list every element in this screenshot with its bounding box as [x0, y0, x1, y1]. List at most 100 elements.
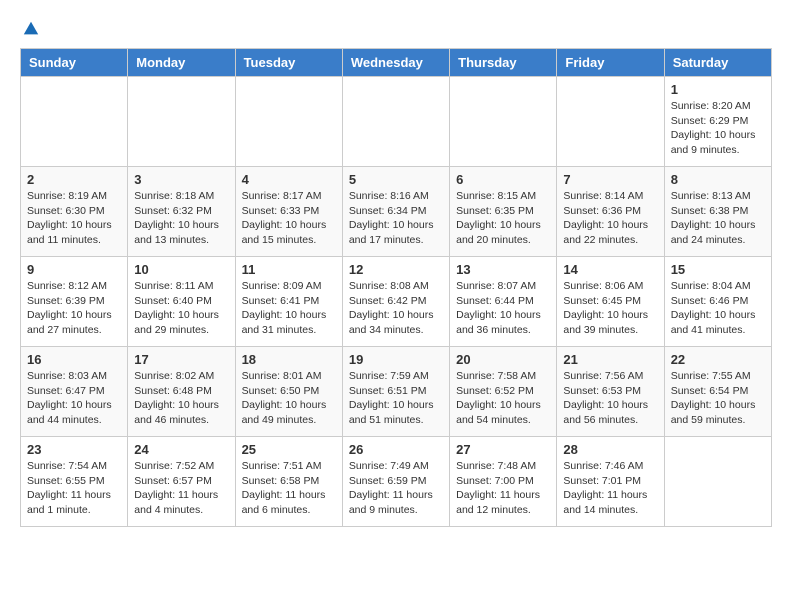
calendar-body: 1 Sunrise: 8:20 AM Sunset: 6:29 PM Daylig…: [21, 77, 772, 527]
day-info: Sunrise: 8:09 AM Sunset: 6:41 PM Dayligh…: [242, 279, 336, 338]
day-number: 7: [563, 172, 657, 187]
day-number: 18: [242, 352, 336, 367]
day-number: 27: [456, 442, 550, 457]
day-info: Sunrise: 7:46 AM Sunset: 7:01 PM Dayligh…: [563, 459, 657, 518]
calendar-cell: 26 Sunrise: 7:49 AM Sunset: 6:59 PM Dayli…: [342, 437, 449, 527]
day-info: Sunrise: 8:11 AM Sunset: 6:40 PM Dayligh…: [134, 279, 228, 338]
calendar-cell: 22Sunrise: 7:55 AM Sunset: 6:54 PM Dayli…: [664, 347, 771, 437]
day-number: 24: [134, 442, 228, 457]
calendar-cell: [21, 77, 128, 167]
calendar-cell: 16 Sunrise: 8:03 AM Sunset: 6:47 PM Dayli…: [21, 347, 128, 437]
calendar-header-row: SundayMondayTuesdayWednesdayThursdayFrid…: [21, 49, 772, 77]
day-info: Sunrise: 7:59 AM Sunset: 6:51 PM Dayligh…: [349, 369, 443, 428]
calendar-cell: 23 Sunrise: 7:54 AM Sunset: 6:55 PM Dayli…: [21, 437, 128, 527]
calendar-header-friday: Friday: [557, 49, 664, 77]
calendar-cell: 19 Sunrise: 7:59 AM Sunset: 6:51 PM Dayli…: [342, 347, 449, 437]
calendar-cell: 6 Sunrise: 8:15 AM Sunset: 6:35 PM Daylig…: [450, 167, 557, 257]
day-number: 3: [134, 172, 228, 187]
day-number: 4: [242, 172, 336, 187]
calendar-cell: 5Sunrise: 8:16 AM Sunset: 6:34 PM Daylig…: [342, 167, 449, 257]
day-number: 9: [27, 262, 121, 277]
day-info: Sunrise: 8:01 AM Sunset: 6:50 PM Dayligh…: [242, 369, 336, 428]
day-info: Sunrise: 8:07 AM Sunset: 6:44 PM Dayligh…: [456, 279, 550, 338]
day-info: Sunrise: 7:51 AM Sunset: 6:58 PM Dayligh…: [242, 459, 336, 518]
day-info: Sunrise: 7:56 AM Sunset: 6:53 PM Dayligh…: [563, 369, 657, 428]
calendar-header-saturday: Saturday: [664, 49, 771, 77]
calendar-cell: 11 Sunrise: 8:09 AM Sunset: 6:41 PM Dayli…: [235, 257, 342, 347]
day-number: 14: [563, 262, 657, 277]
calendar-cell: 13 Sunrise: 8:07 AM Sunset: 6:44 PM Dayli…: [450, 257, 557, 347]
day-info: Sunrise: 7:54 AM Sunset: 6:55 PM Dayligh…: [27, 459, 121, 518]
calendar-cell: 8 Sunrise: 8:13 AM Sunset: 6:38 PM Daylig…: [664, 167, 771, 257]
day-number: 19: [349, 352, 443, 367]
day-number: 12: [349, 262, 443, 277]
calendar-cell: 25 Sunrise: 7:51 AM Sunset: 6:58 PM Dayli…: [235, 437, 342, 527]
day-number: 8: [671, 172, 765, 187]
day-number: 1: [671, 82, 765, 97]
day-info: Sunrise: 7:52 AM Sunset: 6:57 PM Dayligh…: [134, 459, 228, 518]
calendar-cell: 18 Sunrise: 8:01 AM Sunset: 6:50 PM Dayli…: [235, 347, 342, 437]
day-info: Sunrise: 7:58 AM Sunset: 6:52 PM Dayligh…: [456, 369, 550, 428]
day-info: Sunrise: 8:19 AM Sunset: 6:30 PM Dayligh…: [27, 189, 121, 248]
logo-icon: [22, 20, 40, 38]
day-number: 21: [563, 352, 657, 367]
calendar-cell: 2 Sunrise: 8:19 AM Sunset: 6:30 PM Daylig…: [21, 167, 128, 257]
day-number: 5: [349, 172, 443, 187]
calendar-cell: [342, 77, 449, 167]
calendar-cell: 28 Sunrise: 7:46 AM Sunset: 7:01 PM Dayli…: [557, 437, 664, 527]
day-number: 6: [456, 172, 550, 187]
day-info: Sunrise: 8:13 AM Sunset: 6:38 PM Dayligh…: [671, 189, 765, 248]
day-info: Sunrise: 8:20 AM Sunset: 6:29 PM Dayligh…: [671, 99, 765, 158]
calendar-cell: 14 Sunrise: 8:06 AM Sunset: 6:45 PM Dayli…: [557, 257, 664, 347]
calendar-cell: 1 Sunrise: 8:20 AM Sunset: 6:29 PM Daylig…: [664, 77, 771, 167]
calendar-cell: [128, 77, 235, 167]
day-info: Sunrise: 8:18 AM Sunset: 6:32 PM Dayligh…: [134, 189, 228, 248]
day-info: Sunrise: 8:02 AM Sunset: 6:48 PM Dayligh…: [134, 369, 228, 428]
day-info: Sunrise: 8:04 AM Sunset: 6:46 PM Dayligh…: [671, 279, 765, 338]
calendar-cell: [557, 77, 664, 167]
day-number: 22: [671, 352, 765, 367]
day-number: 26: [349, 442, 443, 457]
day-info: Sunrise: 8:08 AM Sunset: 6:42 PM Dayligh…: [349, 279, 443, 338]
calendar-table: SundayMondayTuesdayWednesdayThursdayFrid…: [20, 48, 772, 527]
calendar-header-thursday: Thursday: [450, 49, 557, 77]
calendar-cell: 15 Sunrise: 8:04 AM Sunset: 6:46 PM Dayli…: [664, 257, 771, 347]
day-number: 16: [27, 352, 121, 367]
calendar-header-tuesday: Tuesday: [235, 49, 342, 77]
calendar-cell: 21 Sunrise: 7:56 AM Sunset: 6:53 PM Dayli…: [557, 347, 664, 437]
day-info: Sunrise: 8:06 AM Sunset: 6:45 PM Dayligh…: [563, 279, 657, 338]
calendar-cell: 3 Sunrise: 8:18 AM Sunset: 6:32 PM Daylig…: [128, 167, 235, 257]
calendar-header-sunday: Sunday: [21, 49, 128, 77]
day-number: 13: [456, 262, 550, 277]
day-info: Sunrise: 8:15 AM Sunset: 6:35 PM Dayligh…: [456, 189, 550, 248]
day-number: 15: [671, 262, 765, 277]
day-number: 11: [242, 262, 336, 277]
day-number: 20: [456, 352, 550, 367]
calendar-week-1: 1 Sunrise: 8:20 AM Sunset: 6:29 PM Daylig…: [21, 77, 772, 167]
page-header: [20, 20, 772, 38]
day-info: Sunrise: 8:17 AM Sunset: 6:33 PM Dayligh…: [242, 189, 336, 248]
calendar-cell: 27 Sunrise: 7:48 AM Sunset: 7:00 PM Dayli…: [450, 437, 557, 527]
calendar-cell: 17 Sunrise: 8:02 AM Sunset: 6:48 PM Dayli…: [128, 347, 235, 437]
day-info: Sunrise: 8:03 AM Sunset: 6:47 PM Dayligh…: [27, 369, 121, 428]
day-number: 2: [27, 172, 121, 187]
day-info: Sunrise: 8:14 AM Sunset: 6:36 PM Dayligh…: [563, 189, 657, 248]
day-number: 23: [27, 442, 121, 457]
calendar-header-wednesday: Wednesday: [342, 49, 449, 77]
calendar-header-monday: Monday: [128, 49, 235, 77]
calendar-cell: 20 Sunrise: 7:58 AM Sunset: 6:52 PM Dayli…: [450, 347, 557, 437]
calendar-week-3: 9Sunrise: 8:12 AM Sunset: 6:39 PM Daylig…: [21, 257, 772, 347]
calendar-week-4: 16 Sunrise: 8:03 AM Sunset: 6:47 PM Dayli…: [21, 347, 772, 437]
calendar-cell: 9Sunrise: 8:12 AM Sunset: 6:39 PM Daylig…: [21, 257, 128, 347]
day-info: Sunrise: 7:49 AM Sunset: 6:59 PM Dayligh…: [349, 459, 443, 518]
calendar-cell: [664, 437, 771, 527]
calendar-cell: 7 Sunrise: 8:14 AM Sunset: 6:36 PM Daylig…: [557, 167, 664, 257]
day-number: 25: [242, 442, 336, 457]
day-number: 28: [563, 442, 657, 457]
day-number: 17: [134, 352, 228, 367]
day-info: Sunrise: 7:48 AM Sunset: 7:00 PM Dayligh…: [456, 459, 550, 518]
calendar-cell: 24 Sunrise: 7:52 AM Sunset: 6:57 PM Dayli…: [128, 437, 235, 527]
logo: [20, 20, 40, 38]
calendar-cell: [235, 77, 342, 167]
calendar-cell: 10Sunrise: 8:11 AM Sunset: 6:40 PM Dayli…: [128, 257, 235, 347]
